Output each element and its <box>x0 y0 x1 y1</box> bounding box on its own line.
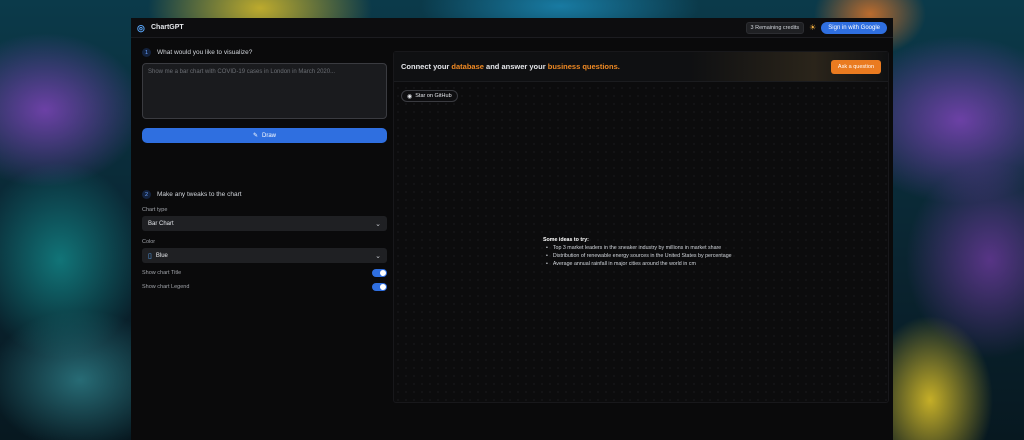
step-number: 2 <box>142 190 151 199</box>
idea-item[interactable]: Top 3 market leaders in the sneaker indu… <box>546 244 732 252</box>
sign-in-button[interactable]: Sign in with Google <box>821 21 887 34</box>
app-window: ◎ ChartGPT 3 Remaining credits ☀ Sign in… <box>131 18 893 440</box>
color-value: Blue <box>155 252 168 259</box>
palette-icon: ▯ <box>148 252 152 260</box>
show-legend-label: Show chart Legend <box>142 284 190 290</box>
banner-highlight-database: database <box>451 62 484 71</box>
color-label: Color <box>142 239 156 245</box>
pencil-icon: ✎ <box>252 133 258 139</box>
sun-icon[interactable]: ☀ <box>809 23 816 32</box>
color-selected: ▯ Blue <box>148 252 168 260</box>
github-star-button[interactable]: ◉ Star on GitHub <box>401 90 458 102</box>
ask-question-button[interactable]: Ask a question <box>830 59 881 74</box>
chart-type-label: Chart type <box>142 207 168 213</box>
chart-type-value: Bar Chart <box>148 220 174 227</box>
credits-badge: 3 Remaining credits <box>745 21 805 34</box>
draw-button[interactable]: ✎ Draw <box>142 128 387 143</box>
chart-logo-icon: ◎ <box>137 22 145 33</box>
draw-label: Draw <box>262 132 277 139</box>
ideas-box: Some ideas to try: Top 3 market leaders … <box>543 237 732 269</box>
show-legend-row: Show chart Legend <box>142 282 387 292</box>
visualize-step: 1 What would you like to visualize? <box>142 48 387 57</box>
show-title-toggle[interactable] <box>372 269 387 277</box>
brand-name: ChartGPT <box>151 24 184 31</box>
toggle-list: Show chart Title Show chart Legend <box>142 268 387 292</box>
chart-type-select[interactable]: Bar Chart ⌄ <box>142 216 387 231</box>
show-title-row: Show chart Title <box>142 268 387 278</box>
tweaks-section: 2 Make any tweaks to the chart Chart typ… <box>142 190 387 292</box>
show-title-label: Show chart Title <box>142 270 182 276</box>
banner-highlight-business: business questions. <box>547 62 620 71</box>
tweaks-title: Make any tweaks to the chart <box>157 191 242 198</box>
visualize-title: What would you like to visualize? <box>157 49 253 56</box>
chevron-down-icon: ⌄ <box>375 252 381 260</box>
idea-item[interactable]: Distribution of renewable energy sources… <box>546 252 732 260</box>
color-select[interactable]: ▯ Blue ⌄ <box>142 248 387 263</box>
promo-banner: Connect your database and answer your bu… <box>394 52 888 82</box>
show-legend-toggle[interactable] <box>372 283 387 291</box>
banner-text: Connect your database and answer your bu… <box>401 62 620 71</box>
chart-canvas-panel: Connect your database and answer your bu… <box>393 51 889 403</box>
step-number: 1 <box>142 48 151 57</box>
github-label: Star on GitHub <box>415 93 452 99</box>
banner-text-1: Connect your <box>401 62 452 71</box>
banner-text-2: and answer your <box>483 62 548 71</box>
github-icon: ◉ <box>407 93 413 100</box>
idea-item[interactable]: Average annual rainfall in major cities … <box>546 260 732 268</box>
left-panel: 1 What would you like to visualize? ✎ Dr… <box>142 48 387 292</box>
prompt-input[interactable] <box>142 63 387 119</box>
top-bar: ◎ ChartGPT 3 Remaining credits ☀ Sign in… <box>131 18 893 38</box>
tweaks-step: 2 Make any tweaks to the chart <box>142 190 387 199</box>
top-bar-actions: 3 Remaining credits ☀ Sign in with Googl… <box>745 21 887 34</box>
chevron-down-icon: ⌄ <box>375 220 381 228</box>
brand[interactable]: ◎ ChartGPT <box>137 22 184 33</box>
ideas-list: Top 3 market leaders in the sneaker indu… <box>543 244 732 269</box>
ideas-title: Some ideas to try: <box>543 237 589 243</box>
